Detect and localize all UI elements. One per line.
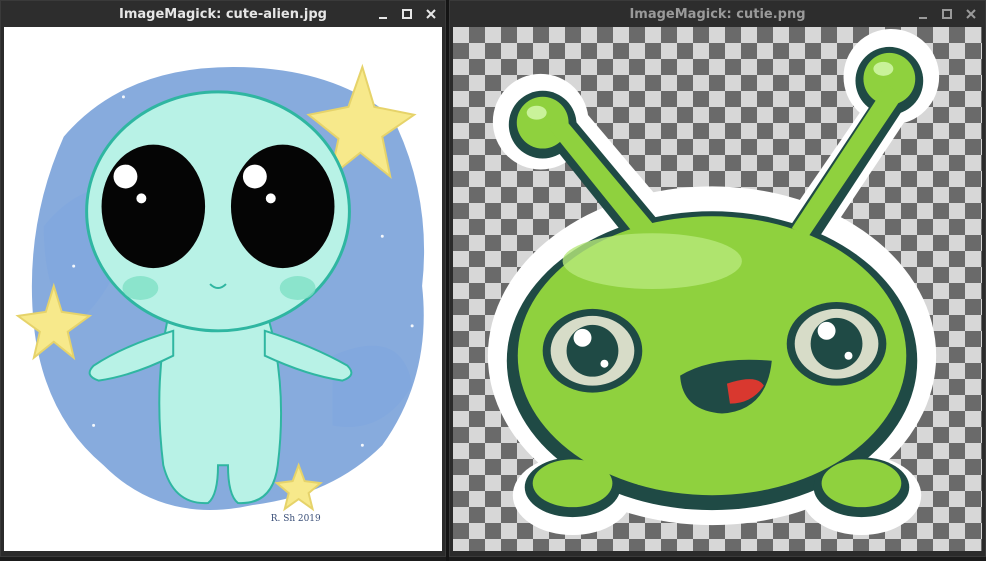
maximize-icon[interactable]: [399, 6, 415, 22]
cute-alien-image: R. Sh 2019: [15, 63, 425, 524]
window-controls: [915, 1, 979, 27]
image-canvas-transparent[interactable]: [453, 27, 982, 551]
window-title: ImageMagick: cutie.png: [629, 6, 806, 22]
image-window-cutie: ImageMagick: cutie.png: [449, 0, 986, 557]
cutie-sticker-image: [487, 28, 940, 536]
signature-text: R. Sh 2019: [271, 514, 321, 524]
image-window-cute-alien: ImageMagick: cute-alien.jpg R. Sh 2019: [0, 0, 446, 557]
minimize-icon[interactable]: [375, 6, 391, 22]
window-titlebar[interactable]: ImageMagick: cutie.png: [450, 1, 985, 27]
close-icon[interactable]: [963, 6, 979, 22]
image-canvas[interactable]: R. Sh 2019: [4, 27, 442, 551]
window-controls: [375, 1, 439, 27]
window-title: ImageMagick: cute-alien.jpg: [119, 6, 327, 22]
window-titlebar[interactable]: ImageMagick: cute-alien.jpg: [1, 1, 445, 27]
maximize-icon[interactable]: [939, 6, 955, 22]
close-icon[interactable]: [423, 6, 439, 22]
minimize-icon[interactable]: [915, 6, 931, 22]
